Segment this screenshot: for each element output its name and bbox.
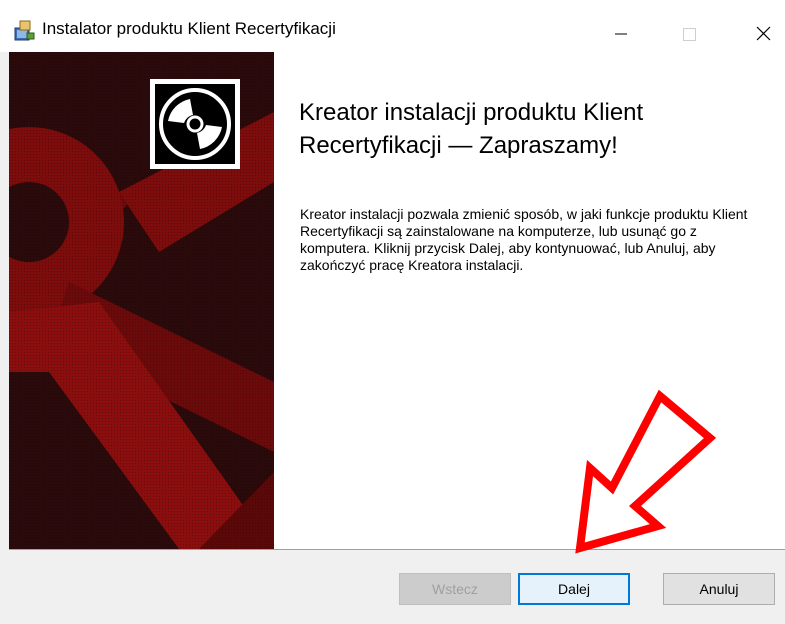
close-icon[interactable] — [740, 10, 785, 48]
minimize-icon[interactable] — [598, 10, 644, 48]
wizard-description: Kreator instalacji pozwala zmienić sposó… — [300, 206, 748, 273]
wizard-content: Kreator instalacji produktu Klient Recer… — [9, 52, 785, 549]
cd-disc-icon — [150, 79, 240, 169]
wizard-heading: Kreator instalacji produktu Klient Recer… — [299, 99, 644, 159]
cancel-button[interactable]: Anuluj — [663, 573, 775, 605]
next-button[interactable]: Dalej — [518, 573, 630, 605]
wizard-banner — [9, 52, 274, 549]
maximize-icon[interactable] — [666, 10, 712, 48]
back-button[interactable]: Wstecz — [399, 573, 511, 605]
window-title: Instalator produktu Klient Recertyfikacj… — [42, 19, 336, 38]
installer-icon — [14, 20, 35, 41]
wizard-footer: Wstecz Dalej Anuluj — [9, 550, 785, 624]
title-bar: Instalator produktu Klient Recertyfikacj… — [0, 0, 785, 52]
